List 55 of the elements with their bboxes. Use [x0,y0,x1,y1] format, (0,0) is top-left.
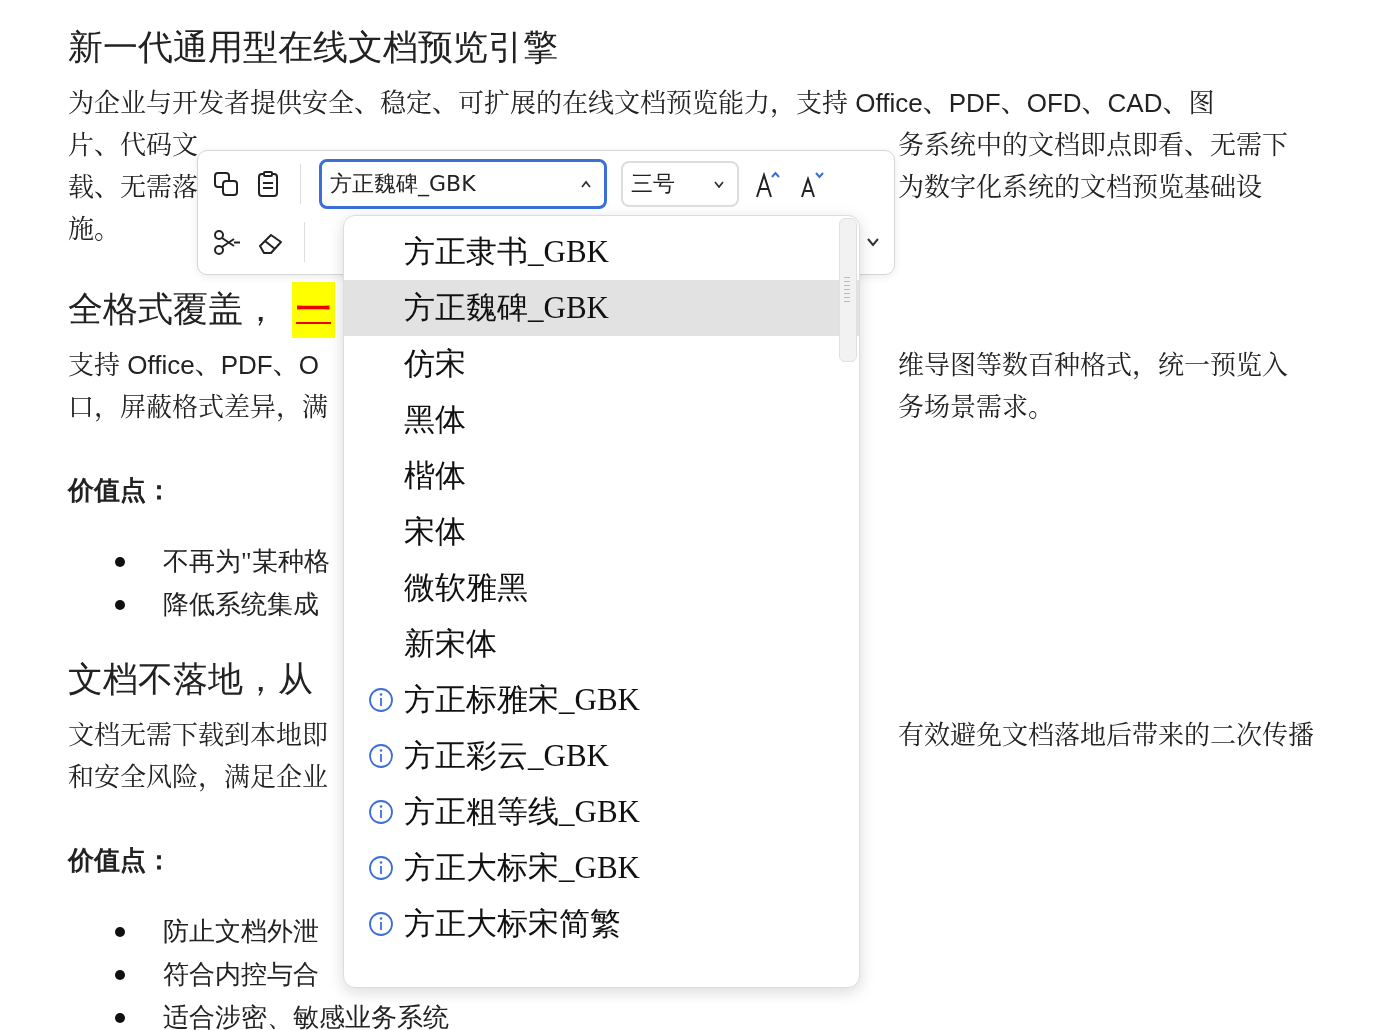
font-option[interactable]: 微软雅黑 [344,560,859,616]
highlighted-text: 一 [292,282,335,338]
paragraph-line: 为数字化系统的文档预览基础设 [898,171,1262,204]
size-select[interactable]: 三号 [621,161,739,207]
font-option[interactable]: 仿宋 [344,336,859,392]
bullet-icon [115,926,125,937]
paragraph-line: 口，屏蔽格式差异，满 [68,391,328,424]
font-option[interactable]: 方正魏碑_GBK [344,280,859,336]
bullet-icon [115,969,125,980]
font-option[interactable]: 方正隶书_GBK [344,224,859,280]
label-text: 价值点： [68,845,172,877]
scrollbar[interactable] [839,218,857,362]
info-icon[interactable] [368,799,394,825]
bullet-icon [115,556,125,567]
bullet-icon [115,1012,125,1023]
info-icon[interactable] [368,687,394,713]
section-heading: 文档不落地，从 [68,659,313,701]
font-option[interactable]: 方正大标宋简繁 [344,896,859,952]
paragraph-line: 务场景需求。 [898,391,1054,424]
paragraph-line: 为企业与开发者提供安全、稳定、可扩展的在线文档预览能力，支持 Office、PDF、OFD、CAD、图 [68,87,1215,120]
paragraph-line: 施。 [68,213,120,246]
paragraph-line: 和安全风险，满足企业 [68,761,328,794]
font-option[interactable]: 方正粗等线_GBK [344,784,859,840]
paragraph-line: 有效避免文档落地后带来的二次传播 [898,719,1314,752]
paragraph-line: 片、代码文 [68,129,198,162]
font-option[interactable]: 新宋体 [344,616,859,672]
info-icon[interactable] [368,743,394,769]
font-option[interactable]: 黑体 [344,392,859,448]
font-option[interactable]: 方正彩云_GBK [344,728,859,784]
caret-icon[interactable] [866,236,880,247]
bullet-icon [115,599,125,610]
bullet-text: 降低系统集成 [163,589,319,621]
font-option[interactable]: 宋体 [344,504,859,560]
bullet-text: 适合涉密、敏感业务系统 [163,1002,449,1030]
bullet-text: 不再为"某种格 [163,546,330,578]
info-icon[interactable] [368,911,394,937]
paragraph-line: 载、无需落 [68,171,198,204]
caret-icon [713,180,725,188]
info-icon[interactable] [368,855,394,881]
section-heading: 新一代通用型在线文档预览引擎 [68,27,558,69]
paragraph-line: 务系统中的文档即点即看、无需下 [898,129,1288,162]
font-option[interactable]: 方正标雅宋_GBK [344,672,859,728]
label-text: 价值点： [68,475,172,507]
paragraph-line: 文档无需下载到本地即 [68,719,328,752]
paragraph-line: 支持 Office、PDF、O [68,349,319,382]
bullet-text: 符合内控与合 [163,959,319,991]
font-select[interactable]: 方正魏碑_GBK [319,159,607,209]
font-option[interactable]: 方正大标宋_GBK [344,840,859,896]
increase-font-icon[interactable] [753,169,783,199]
section-heading: 全格式覆盖， [68,289,278,331]
paragraph-line: 维导图等数百种格式，统一预览入 [898,349,1288,382]
caret-icon [580,180,592,188]
copy-icon[interactable] [212,170,240,198]
bullet-text: 防止文档外泄 [163,916,319,948]
font-option[interactable]: 楷体 [344,448,859,504]
